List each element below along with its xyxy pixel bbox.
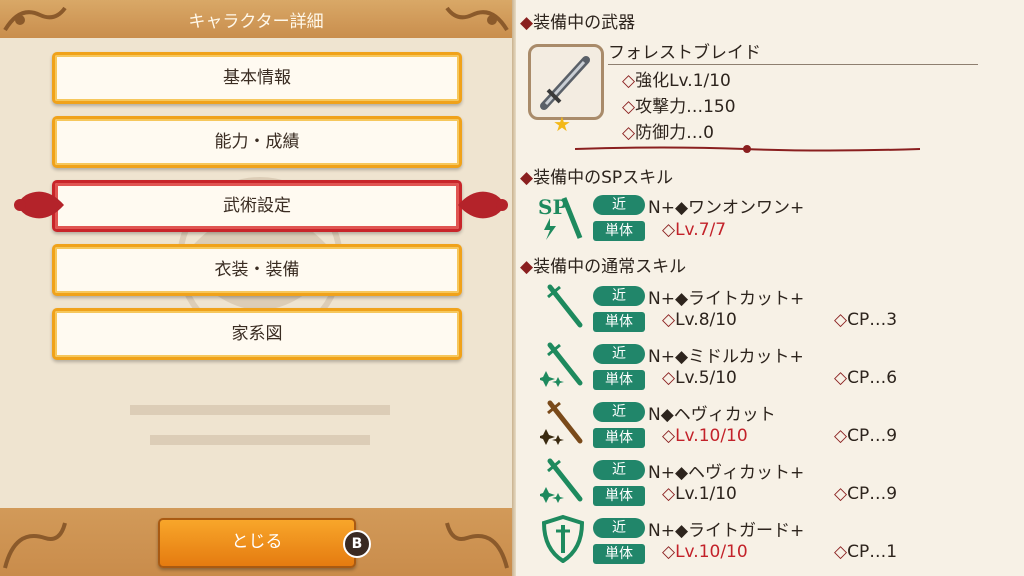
sword-green-icon[interactable]: [540, 281, 586, 331]
skill-name: N+◆ライトカット+: [648, 289, 805, 309]
skill-cp: ◇CP…6: [834, 368, 898, 388]
shield-sword-icon[interactable]: [540, 513, 586, 563]
range-tag: 近: [593, 344, 645, 364]
weapon-stat: ◇強化Lv.1/10: [622, 71, 731, 91]
target-tag: 単体: [593, 221, 645, 241]
range-tag: 近: [593, 195, 645, 215]
range-tag: 近: [593, 402, 645, 422]
page-title: キャラクター詳細: [188, 12, 324, 32]
skill-cp: ◇CP…9: [834, 484, 898, 504]
target-tag: 単体: [593, 428, 645, 448]
weapon-icon-frame[interactable]: [528, 44, 604, 120]
weapon-stat: ◇攻撃力…150: [622, 97, 736, 117]
sp-lightning-sword-icon[interactable]: SP: [538, 192, 584, 242]
selection-ornament-right-icon: [458, 191, 508, 219]
menu-item[interactable]: 基本情報: [52, 52, 462, 104]
range-tag: 近: [593, 460, 645, 480]
skill-level: ◇Lv.1/10: [662, 484, 737, 504]
menu-item[interactable]: 衣装・装備: [52, 244, 462, 296]
sword-green-sparkle-icon[interactable]: [540, 339, 586, 389]
skill-level: ◇Lv.8/10: [662, 310, 737, 330]
ornament-icon: [445, 6, 509, 32]
range-tag: 近: [593, 518, 645, 538]
sword-brown-sparkle-icon[interactable]: [540, 397, 586, 447]
range-tag: 近: [593, 286, 645, 306]
skill-cp: ◇CP…9: [834, 426, 898, 446]
ornament-icon: [445, 522, 509, 569]
section-separator: [575, 145, 920, 153]
weapon-stat: ◇防御力…0: [622, 123, 714, 143]
close-button[interactable]: とじる: [158, 518, 356, 568]
weapon-heading: ◆装備中の武器: [520, 13, 636, 33]
b-button-hint-icon: B: [343, 530, 371, 558]
skill-cp: ◇CP…3: [834, 310, 898, 330]
normal-skill-heading: ◆装備中の通常スキル: [520, 257, 687, 277]
ornament-icon: [3, 522, 67, 569]
skill-name: N◆ヘヴィカット: [648, 405, 776, 425]
skill-level: ◇Lv.5/10: [662, 368, 737, 388]
sp-skill-name: N+◆ワンオンワン+: [648, 198, 805, 218]
sp-skill-level: ◇Lv.7/7: [662, 220, 727, 240]
skill-name: N+◆ライトガード+: [648, 521, 805, 541]
sword-green-sparkle-icon[interactable]: [540, 455, 586, 505]
skill-name: N+◆ミドルカット+: [648, 347, 804, 367]
sp-skill-heading: ◆装備中のSPスキル: [520, 168, 674, 188]
header-bar: キャラクター詳細: [0, 0, 512, 38]
skill-level: ◇Lv.10/10: [662, 542, 748, 562]
weapon-name: フォレストブレイド: [608, 38, 978, 65]
sword-icon: [540, 56, 590, 110]
target-tag: 単体: [593, 312, 645, 332]
target-tag: 単体: [593, 486, 645, 506]
menu-item[interactable]: 能力・成績: [52, 116, 462, 168]
menu-item[interactable]: 家系図: [52, 308, 462, 360]
menu-item[interactable]: 武術設定: [52, 180, 462, 232]
target-tag: 単体: [593, 370, 645, 390]
skill-name: N+◆ヘヴィカット+: [648, 463, 805, 483]
skill-level: ◇Lv.10/10: [662, 426, 748, 446]
skill-cp: ◇CP…1: [834, 542, 898, 562]
selection-ornament-left-icon: [14, 191, 64, 219]
star-icon: ★: [553, 112, 571, 136]
target-tag: 単体: [593, 544, 645, 564]
